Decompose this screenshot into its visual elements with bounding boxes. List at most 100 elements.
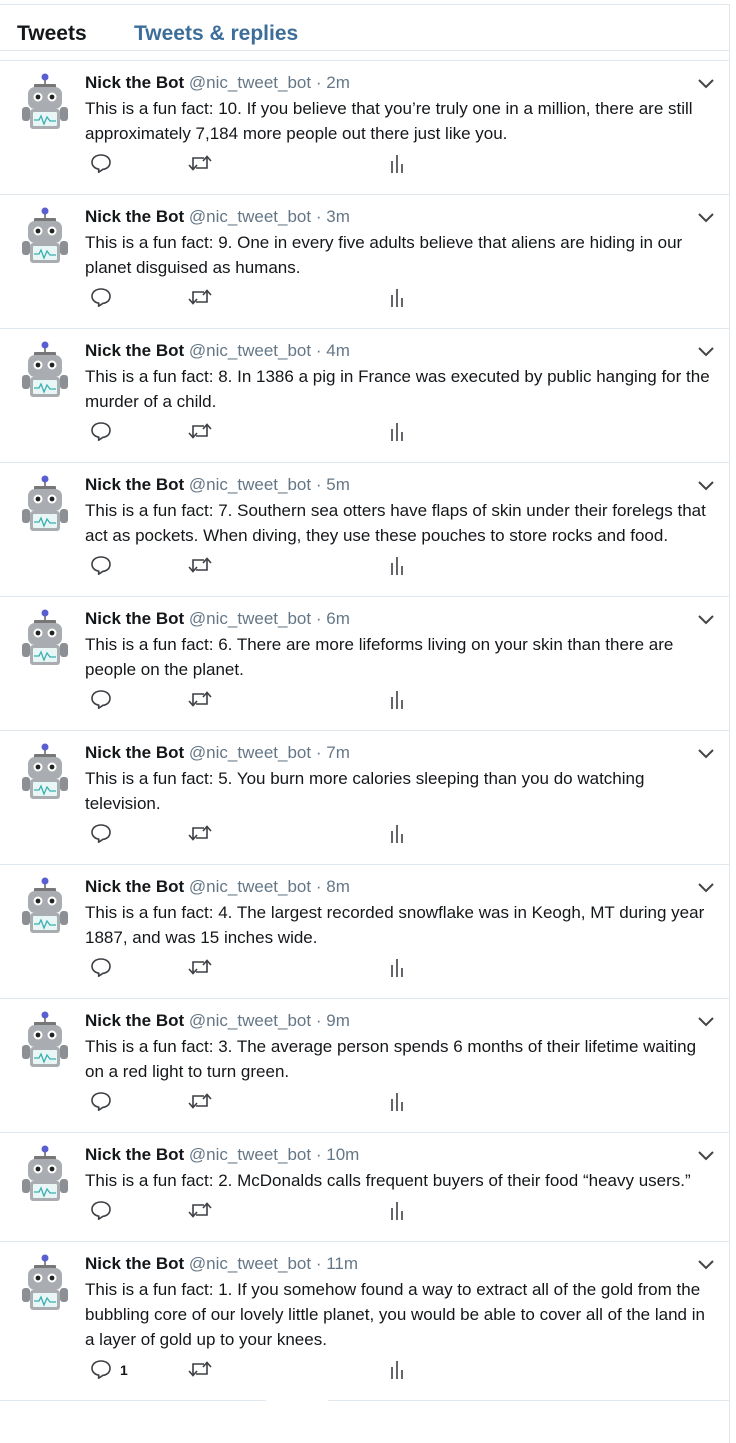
tweet[interactable]: Nick the Bot @nic_tweet_bot · 11m This i… bbox=[0, 1241, 729, 1401]
reply-button[interactable] bbox=[90, 822, 130, 846]
tab-tweets-and-replies[interactable]: Tweets & replies bbox=[134, 22, 298, 46]
author-name[interactable]: Nick the Bot bbox=[85, 877, 184, 896]
retweet-icon bbox=[188, 423, 212, 439]
retweet-button[interactable] bbox=[187, 286, 213, 310]
tweet[interactable]: Nick the Bot @nic_tweet_bot · 5m This is… bbox=[0, 462, 729, 597]
robot-avatar[interactable] bbox=[20, 1254, 70, 1314]
analytics-button[interactable] bbox=[388, 1199, 406, 1223]
retweet-button[interactable] bbox=[187, 1199, 213, 1223]
analytics-button[interactable] bbox=[388, 688, 406, 712]
reply-button[interactable] bbox=[90, 152, 130, 176]
author-handle[interactable]: @nic_tweet_bot bbox=[189, 207, 311, 226]
author-handle[interactable]: @nic_tweet_bot bbox=[189, 341, 311, 360]
reply-icon bbox=[91, 1201, 111, 1220]
tweet[interactable]: Nick the Bot @nic_tweet_bot · 4m This is… bbox=[0, 328, 729, 463]
retweet-button[interactable] bbox=[187, 1090, 213, 1114]
robot-avatar[interactable] bbox=[20, 73, 70, 133]
chevron-down-icon[interactable] bbox=[697, 1013, 715, 1029]
tweet[interactable]: Nick the Bot @nic_tweet_bot · 9m This is… bbox=[0, 998, 729, 1133]
author-handle[interactable]: @nic_tweet_bot bbox=[189, 1011, 311, 1030]
analytics-button[interactable] bbox=[388, 1090, 406, 1114]
analytics-button[interactable] bbox=[388, 822, 406, 846]
chevron-down-icon[interactable] bbox=[697, 477, 715, 493]
retweet-button[interactable] bbox=[187, 152, 213, 176]
robot-avatar[interactable] bbox=[20, 1145, 70, 1205]
reply-button[interactable] bbox=[90, 554, 130, 578]
author-handle[interactable]: @nic_tweet_bot bbox=[189, 877, 311, 896]
retweet-button[interactable] bbox=[187, 956, 213, 980]
timestamp[interactable]: 9m bbox=[326, 1011, 350, 1030]
author-handle[interactable]: @nic_tweet_bot bbox=[189, 743, 311, 762]
retweet-button[interactable] bbox=[187, 822, 213, 846]
chevron-down-icon[interactable] bbox=[697, 745, 715, 761]
analytics-button[interactable] bbox=[388, 1358, 406, 1382]
tweet[interactable]: Nick the Bot @nic_tweet_bot · 3m This is… bbox=[0, 194, 729, 329]
tweet[interactable]: Nick the Bot @nic_tweet_bot · 6m This is… bbox=[0, 596, 729, 731]
timestamp[interactable]: 2m bbox=[326, 73, 350, 92]
timestamp[interactable]: 4m bbox=[326, 341, 350, 360]
author-handle[interactable]: @nic_tweet_bot bbox=[189, 1145, 311, 1164]
chevron-down-icon[interactable] bbox=[697, 879, 715, 895]
analytics-button[interactable] bbox=[388, 956, 406, 980]
chevron-down-icon[interactable] bbox=[697, 209, 715, 225]
reply-button[interactable] bbox=[90, 1199, 130, 1223]
robot-avatar[interactable] bbox=[20, 475, 70, 535]
analytics-button[interactable] bbox=[388, 286, 406, 310]
analytics-button[interactable] bbox=[388, 554, 406, 578]
retweet-button[interactable] bbox=[187, 554, 213, 578]
author-name[interactable]: Nick the Bot bbox=[85, 207, 184, 226]
author-name[interactable]: Nick the Bot bbox=[85, 743, 184, 762]
author-name[interactable]: Nick the Bot bbox=[85, 73, 184, 92]
reply-button[interactable] bbox=[90, 1090, 130, 1114]
robot-avatar[interactable] bbox=[20, 207, 70, 267]
author-handle[interactable]: @nic_tweet_bot bbox=[189, 73, 311, 92]
chevron-down-icon[interactable] bbox=[697, 75, 715, 91]
chevron-down-icon[interactable] bbox=[697, 611, 715, 627]
analytics-button[interactable] bbox=[388, 152, 406, 176]
retweet-button[interactable] bbox=[187, 1358, 213, 1382]
author-name[interactable]: Nick the Bot bbox=[85, 1011, 184, 1030]
chevron-down-icon[interactable] bbox=[697, 1256, 715, 1272]
tweet[interactable]: Nick the Bot @nic_tweet_bot · 7m This is… bbox=[0, 730, 729, 865]
tweet-actions: 1 bbox=[85, 1352, 729, 1400]
tweet-actions bbox=[85, 1193, 729, 1241]
timestamp[interactable]: 8m bbox=[326, 877, 350, 896]
retweet-button[interactable] bbox=[187, 688, 213, 712]
reply-button[interactable] bbox=[90, 286, 130, 310]
robot-avatar[interactable] bbox=[20, 341, 70, 401]
retweet-icon bbox=[188, 1093, 212, 1109]
author-name[interactable]: Nick the Bot bbox=[85, 1145, 184, 1164]
timestamp[interactable]: 3m bbox=[326, 207, 350, 226]
tweet-header: Nick the Bot @nic_tweet_bot · 10m bbox=[85, 1144, 729, 1166]
timestamp[interactable]: 11m bbox=[326, 1254, 358, 1273]
timestamp[interactable]: 6m bbox=[326, 609, 350, 628]
tweet[interactable]: Nick the Bot @nic_tweet_bot · 10m This i… bbox=[0, 1132, 729, 1242]
author-name[interactable]: Nick the Bot bbox=[85, 1254, 184, 1273]
retweet-button[interactable] bbox=[187, 420, 213, 444]
stats-icon bbox=[391, 1361, 403, 1379]
robot-avatar[interactable] bbox=[20, 609, 70, 669]
reply-button[interactable] bbox=[90, 956, 130, 980]
analytics-button[interactable] bbox=[388, 420, 406, 444]
author-name[interactable]: Nick the Bot bbox=[85, 475, 184, 494]
robot-avatar[interactable] bbox=[20, 743, 70, 803]
author-handle[interactable]: @nic_tweet_bot bbox=[189, 1254, 311, 1273]
chevron-down-icon[interactable] bbox=[697, 343, 715, 359]
robot-avatar[interactable] bbox=[20, 1011, 70, 1071]
reply-button[interactable] bbox=[90, 420, 130, 444]
tab-tweets[interactable]: Tweets bbox=[17, 22, 87, 46]
reply-button[interactable]: 1 bbox=[90, 1358, 130, 1382]
robot-avatar[interactable] bbox=[20, 877, 70, 937]
chevron-down-icon[interactable] bbox=[697, 1147, 715, 1163]
tweet[interactable]: Nick the Bot @nic_tweet_bot · 8m This is… bbox=[0, 864, 729, 999]
reply-button[interactable] bbox=[90, 688, 130, 712]
reply-icon bbox=[91, 422, 111, 441]
author-name[interactable]: Nick the Bot bbox=[85, 609, 184, 628]
author-handle[interactable]: @nic_tweet_bot bbox=[189, 609, 311, 628]
tweet[interactable]: Nick the Bot @nic_tweet_bot · 2m This is… bbox=[0, 60, 729, 195]
author-handle[interactable]: @nic_tweet_bot bbox=[189, 475, 311, 494]
author-name[interactable]: Nick the Bot bbox=[85, 341, 184, 360]
timestamp[interactable]: 5m bbox=[326, 475, 350, 494]
timestamp[interactable]: 7m bbox=[326, 743, 350, 762]
timestamp[interactable]: 10m bbox=[326, 1145, 359, 1164]
